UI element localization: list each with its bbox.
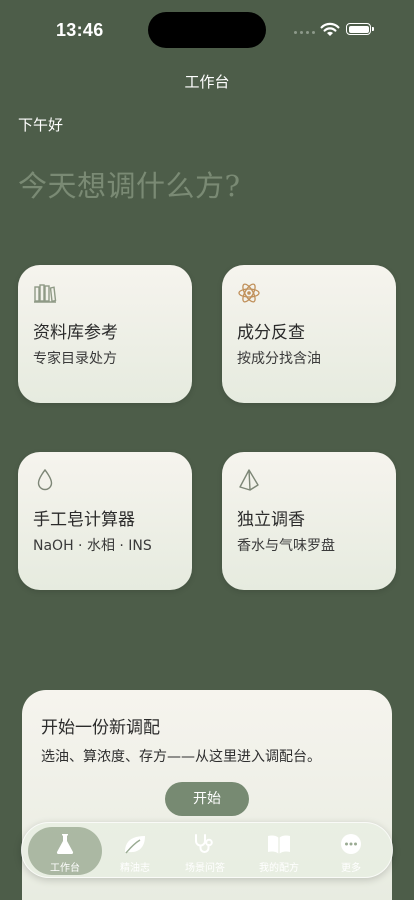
card-title: 独立调香 <box>237 510 305 530</box>
tab-more[interactable]: 更多 <box>314 827 388 875</box>
tab-scenario-qa[interactable]: 场景问答 <box>168 827 242 875</box>
more-icon <box>341 834 361 854</box>
signal-dots-icon <box>294 31 315 34</box>
panel-title: 开始一份新调配 <box>41 718 160 738</box>
card-title: 资料库参考 <box>33 323 118 343</box>
tab-label: 工作台 <box>50 863 80 874</box>
page-title: 工作台 <box>184 73 230 91</box>
tab-essential-oils[interactable]: 精油志 <box>98 827 172 875</box>
stethoscope-icon <box>195 834 213 853</box>
atom-icon <box>238 283 260 303</box>
card-subtitle: 香水与气味罗盘 <box>237 538 335 554</box>
headline-prompt: 今天想调什么方? <box>18 169 241 203</box>
perfume-blending-card[interactable]: 独立调香 香水与气味罗盘 <box>222 452 396 590</box>
leaf-icon <box>125 836 145 854</box>
tab-label: 场景问答 <box>185 863 225 874</box>
screen: 13:46 工作台 下午好 今天想调什么方? 资料库参考 专家目录处方 成分反查… <box>0 0 414 900</box>
card-subtitle: 按成分找含油 <box>237 351 321 367</box>
soap-calculator-card[interactable]: 手工皂计算器 NaOH · 水相 · INS <box>18 452 192 590</box>
flask-icon <box>56 834 74 854</box>
status-time: 13:46 <box>56 20 104 40</box>
library-reference-card[interactable]: 资料库参考 专家目录处方 <box>18 265 192 403</box>
greeting-text: 下午好 <box>18 116 64 134</box>
card-title: 手工皂计算器 <box>33 510 135 530</box>
tab-label: 精油志 <box>120 863 150 874</box>
book-icon <box>268 835 290 854</box>
tab-workbench[interactable]: 工作台 <box>28 827 102 875</box>
panel-description: 选油、算浓度、存方——从这里进入调配台。 <box>41 749 321 765</box>
card-subtitle: 专家目录处方 <box>33 351 117 367</box>
start-button[interactable]: 开始 <box>165 782 249 816</box>
battery-icon <box>346 23 374 35</box>
droplet-icon <box>37 468 53 491</box>
dynamic-island <box>148 12 266 48</box>
ingredient-lookup-card[interactable]: 成分反查 按成分找含油 <box>222 265 396 403</box>
card-subtitle: NaOH · 水相 · INS <box>33 538 152 554</box>
card-title: 成分反查 <box>237 323 305 343</box>
tab-bar: 工作台 精油志 场景问答 我的配方 更多 <box>21 822 393 878</box>
books-icon <box>34 284 57 303</box>
tab-label: 更多 <box>341 863 361 874</box>
pyramid-icon <box>239 469 259 491</box>
wifi-icon <box>320 22 340 36</box>
tab-label: 我的配方 <box>259 863 299 874</box>
status-bar: 13:46 <box>0 0 414 60</box>
tab-my-recipes[interactable]: 我的配方 <box>242 827 316 875</box>
